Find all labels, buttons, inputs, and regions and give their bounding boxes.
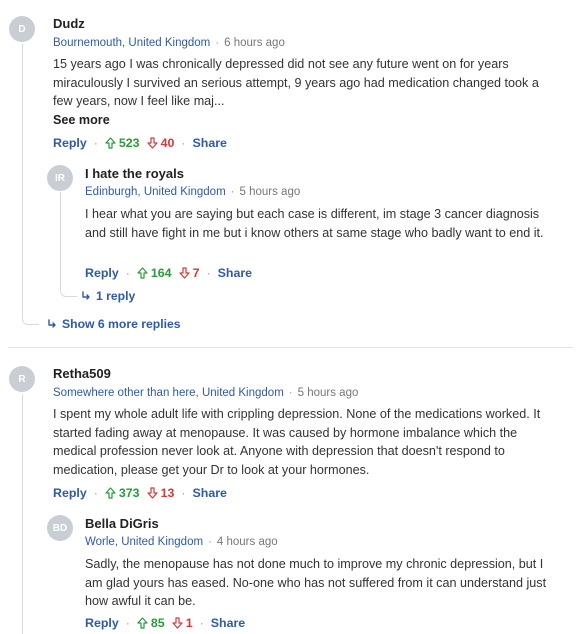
arrow-down-icon [172,617,183,629]
upvote-count: 373 [118,486,140,500]
view-replies-link[interactable]: 1 reply [81,289,135,303]
share-button[interactable]: Share [218,266,252,280]
arrow-up-icon [105,137,116,149]
upvote-button[interactable]: 523 [105,136,140,150]
downvote-count: 40 [160,136,175,150]
comment-body: Sadly, the menopause has not done much t… [85,557,547,608]
reply-arrow-icon [48,319,56,328]
arrow-up-icon [105,487,116,499]
downvote-count: 13 [160,486,175,500]
arrow-down-icon [178,267,190,279]
upvote-count: 164 [150,266,172,280]
upvote-button[interactable]: 164 [137,266,172,280]
comment-time: 5 hours ago [297,387,359,399]
comment-actions: Reply · 523 40 · Share [53,136,227,150]
arrow-down-icon [146,137,158,149]
comment-author[interactable]: Bella DiGris [85,516,159,531]
comment-meta: Edinburgh, United Kingdom · 5 hours ago [85,186,301,198]
comment-author[interactable]: I hate the royals [85,166,184,181]
upvote-count: 523 [118,136,140,150]
arrow-down-icon [146,487,158,499]
comment-time: 6 hours ago [224,37,285,49]
comment-time: 4 hours ago [216,536,278,548]
upvote-button[interactable]: 373 [105,486,140,500]
comment-divider [8,347,573,348]
comment-location[interactable]: Bournemouth, United Kingdom [53,37,210,49]
avatar: D [9,16,35,42]
downvote-count: 7 [192,266,200,280]
comment-meta: Worle, United Kingdom · 4 hours ago [85,536,278,548]
avatar: R [9,366,35,392]
comment-body: I hear what you are saying but each case… [85,207,544,240]
view-replies-label: 1 reply [96,289,136,303]
thread-line-curve [60,192,77,297]
reply-arrow-icon [82,291,90,300]
show-more-replies-label: Show 6 more replies [62,317,181,331]
comment-actions: Reply · 373 13 · Share [53,486,227,500]
reply-button[interactable]: Reply [53,136,87,150]
comment-location[interactable]: Worle, United Kingdom [85,536,203,548]
share-button[interactable]: Share [193,486,227,500]
arrow-up-icon [137,617,148,629]
comment-meta: Bournemouth, United Kingdom · 6 hours ago [53,37,285,49]
downvote-button[interactable]: 40 [146,136,175,150]
see-more-link[interactable]: See more [53,113,110,127]
avatar: BD [47,515,73,541]
avatar: IR [47,165,73,191]
comment-meta: Somewhere other than here, United Kingdo… [53,387,359,399]
comment-time: 5 hours ago [239,186,301,198]
thread-line [22,44,23,314]
comment-actions: Reply · 164 7 · Share [85,266,253,280]
comment-author[interactable]: Retha509 [53,366,111,381]
thread-line [22,394,23,634]
comment-location[interactable]: Somewhere other than here, United Kingdo… [53,387,284,399]
reply-button[interactable]: Reply [53,486,87,500]
share-button[interactable]: Share [193,136,227,150]
reply-button[interactable]: Reply [85,266,119,280]
comment-author[interactable]: Dudz [53,16,85,31]
thread-line-curve [22,300,39,325]
comment-body: 15 years ago I was chronically depressed… [53,57,539,108]
comment-body: I spent my whole adult life with crippli… [53,407,541,477]
downvote-button[interactable]: 7 [178,266,200,280]
downvote-button[interactable]: 13 [146,486,175,500]
comment-thread: D Dudz Bournemouth, United Kingdom · 6 hou… [0,0,577,634]
show-more-replies-link[interactable]: Show 6 more replies [47,317,181,331]
arrow-up-icon [137,267,148,279]
comment-location[interactable]: Edinburgh, United Kingdom [85,186,226,198]
